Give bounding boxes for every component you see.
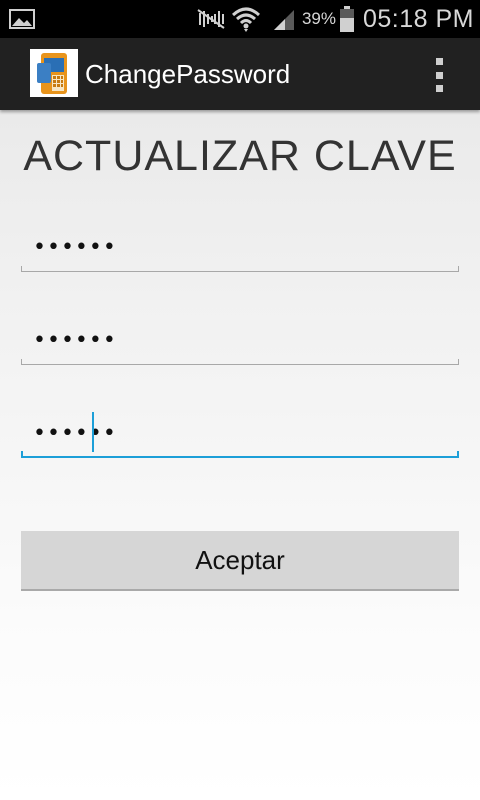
status-bar: 39% 05:18 PM	[0, 0, 480, 38]
menu-dot	[435, 58, 443, 65]
field-underline	[21, 266, 459, 272]
silent-mode-icon	[196, 8, 226, 30]
new-password-input[interactable]	[21, 319, 459, 361]
text-cursor	[92, 412, 94, 452]
current-password-field[interactable]	[21, 226, 459, 272]
status-icons: 39% 05:18 PM	[196, 0, 480, 38]
app-title: ChangePassword	[85, 59, 291, 89]
clock: 05:18 PM	[362, 4, 474, 33]
field-underline-focused	[21, 451, 459, 458]
action-bar: ChangePassword	[0, 38, 480, 110]
page-title: ACTUALIZAR CLAVE	[23, 132, 457, 180]
confirm-password-input[interactable]	[21, 412, 459, 454]
field-underline	[21, 359, 459, 365]
image-notification-icon	[9, 9, 35, 29]
signal-icon	[272, 8, 296, 30]
battery-icon	[339, 6, 355, 32]
menu-dot	[435, 71, 443, 79]
confirm-password-field[interactable]	[21, 412, 459, 458]
battery-percent: 39%	[301, 9, 336, 28]
current-password-input[interactable]	[21, 226, 459, 268]
app-phone-icon[interactable]	[30, 49, 78, 97]
new-password-field[interactable]	[21, 319, 459, 365]
wifi-icon	[231, 6, 260, 32]
menu-dot	[435, 85, 443, 92]
accept-button[interactable]: Aceptar	[21, 531, 459, 591]
overflow-menu-icon[interactable]	[424, 58, 454, 92]
